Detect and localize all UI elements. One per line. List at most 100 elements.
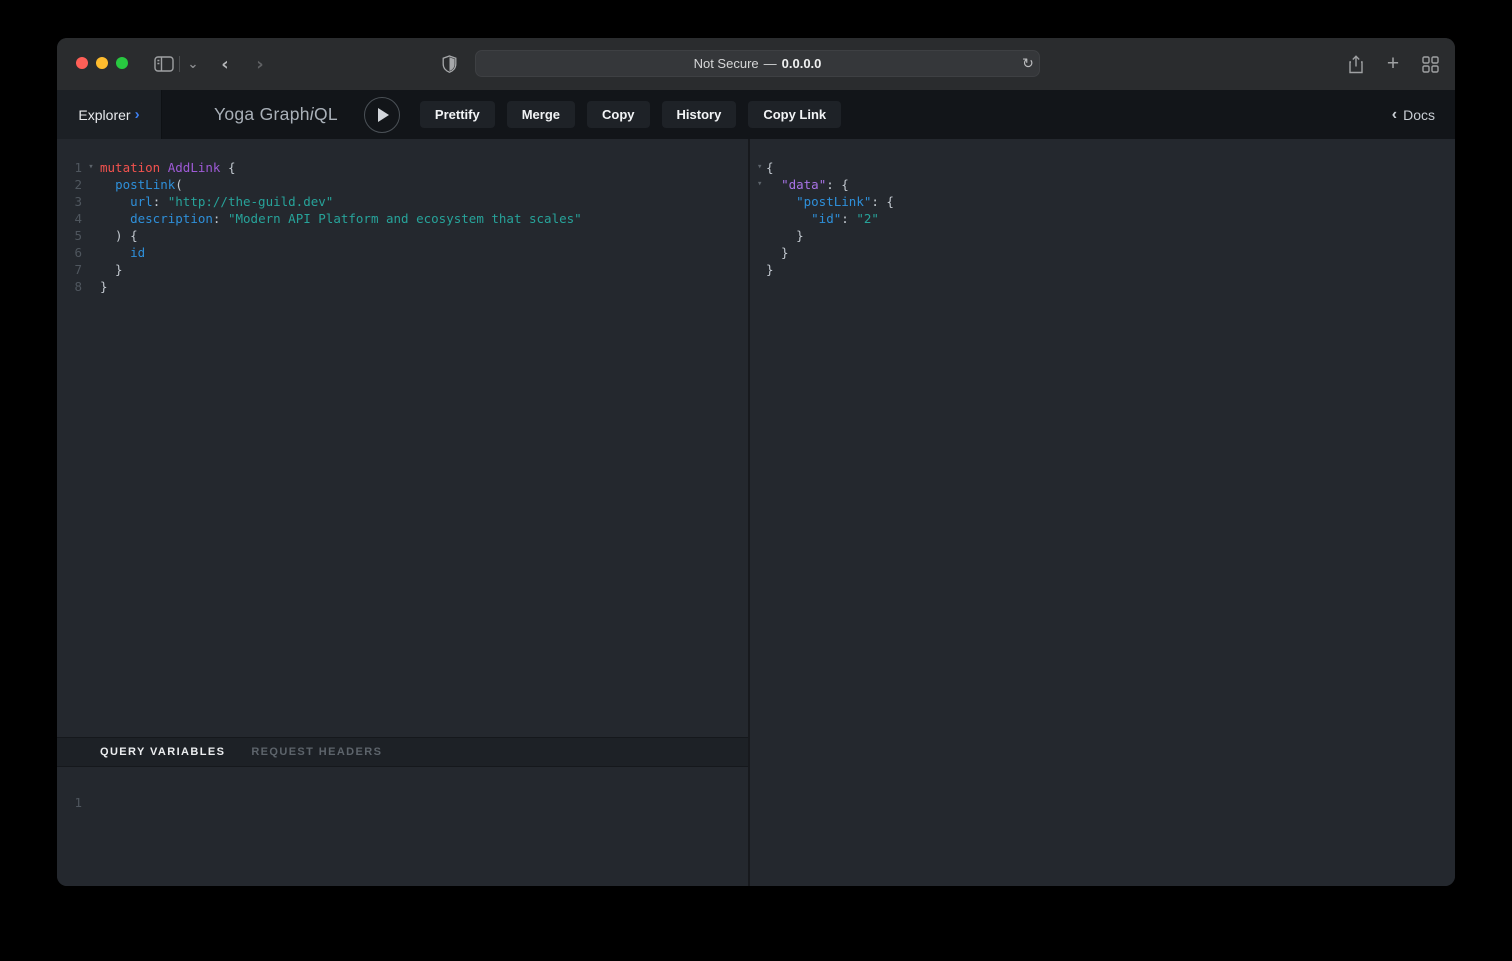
code-token: : bbox=[213, 211, 228, 226]
code-line[interactable]: 5 ) { bbox=[57, 227, 748, 244]
new-tab-icon[interactable]: + bbox=[1381, 38, 1405, 90]
code-line[interactable]: ▾{ bbox=[750, 159, 1455, 176]
code-text: } bbox=[766, 227, 804, 244]
zoom-window-button[interactable] bbox=[116, 57, 128, 69]
code-text: ) { bbox=[100, 227, 138, 244]
code-token: } bbox=[766, 245, 789, 260]
fold-gutter bbox=[750, 210, 766, 227]
secondary-editor-tabbar: QUERY VARIABLES REQUEST HEADERS bbox=[57, 737, 748, 767]
title-post: QL bbox=[314, 104, 338, 125]
query-variables-editor[interactable]: 1 bbox=[57, 767, 748, 886]
address-bar[interactable]: Not Secure — 0.0.0.0 bbox=[475, 50, 1040, 77]
sidebar-menu-chevron-down-icon[interactable]: ⌄ bbox=[183, 38, 203, 90]
fold-gutter bbox=[82, 227, 100, 244]
privacy-shield-icon[interactable] bbox=[438, 38, 460, 90]
reload-icon[interactable]: ↻ bbox=[1016, 50, 1040, 77]
code-token: ( bbox=[175, 177, 183, 192]
code-line[interactable]: "postLink": { bbox=[750, 193, 1455, 210]
code-line[interactable]: 1▾mutation AddLink { bbox=[57, 159, 748, 176]
code-token: mutation bbox=[100, 160, 160, 175]
code-text: { bbox=[766, 159, 774, 176]
url-host: 0.0.0.0 bbox=[782, 56, 822, 71]
code-text: } bbox=[766, 261, 774, 278]
docs-label: Docs bbox=[1403, 107, 1435, 123]
code-token bbox=[766, 194, 796, 209]
line-number: 4 bbox=[57, 210, 82, 227]
code-token: postLink bbox=[115, 177, 175, 192]
code-line[interactable]: } bbox=[750, 227, 1455, 244]
docs-chevron-left-icon: ‹ bbox=[1392, 106, 1397, 124]
code-line[interactable]: } bbox=[750, 261, 1455, 278]
share-icon[interactable] bbox=[1344, 38, 1368, 90]
fold-gutter bbox=[750, 261, 766, 278]
code-line[interactable]: 3 url: "http://the-guild.dev" bbox=[57, 193, 748, 210]
sidebar-toggle-icon[interactable] bbox=[151, 38, 177, 90]
code-line[interactable]: 7 } bbox=[57, 261, 748, 278]
copy-link-button[interactable]: Copy Link bbox=[748, 101, 841, 128]
code-token: } bbox=[100, 279, 108, 294]
code-token: "id" bbox=[811, 211, 841, 226]
fold-gutter bbox=[82, 244, 100, 261]
code-line[interactable]: ▾ "data": { bbox=[750, 176, 1455, 193]
fold-gutter bbox=[82, 261, 100, 278]
history-button[interactable]: History bbox=[662, 101, 737, 128]
tab-query-variables[interactable]: QUERY VARIABLES bbox=[100, 746, 225, 758]
code-token bbox=[100, 177, 115, 192]
fold-gutter bbox=[750, 227, 766, 244]
fold-arrow-icon[interactable]: ▾ bbox=[750, 159, 766, 176]
code-line[interactable]: } bbox=[750, 244, 1455, 261]
merge-button[interactable]: Merge bbox=[507, 101, 575, 128]
code-token bbox=[100, 211, 130, 226]
execute-query-button[interactable] bbox=[364, 97, 400, 133]
fold-gutter bbox=[82, 794, 100, 811]
graphiql-toolbar: Explorer › Yoga GraphiQL Prettify Merge … bbox=[57, 90, 1455, 139]
code-token: id bbox=[130, 245, 145, 260]
fold-gutter bbox=[750, 244, 766, 261]
explorer-label: Explorer bbox=[78, 107, 130, 123]
code-line[interactable]: 6 id bbox=[57, 244, 748, 261]
tab-overview-icon[interactable] bbox=[1417, 38, 1443, 90]
code-token bbox=[766, 211, 811, 226]
code-token bbox=[100, 245, 130, 260]
minimize-window-button[interactable] bbox=[96, 57, 108, 69]
code-text: "postLink": { bbox=[766, 193, 894, 210]
page-title: Yoga GraphiQL bbox=[214, 90, 338, 139]
docs-toggle[interactable]: ‹ Docs bbox=[1392, 90, 1435, 139]
code-line[interactable]: 2 postLink( bbox=[57, 176, 748, 193]
fold-arrow-icon[interactable]: ▾ bbox=[82, 159, 100, 176]
code-token: { bbox=[766, 160, 774, 175]
code-token: : bbox=[153, 194, 168, 209]
copy-button[interactable]: Copy bbox=[587, 101, 650, 128]
back-button-icon[interactable]: ‹ bbox=[215, 38, 235, 90]
code-token: ) { bbox=[100, 228, 138, 243]
browser-window: ⌄ ‹ › Not Secure — 0.0.0.0 ↻ + bbox=[57, 38, 1455, 886]
left-column: 1▾mutation AddLink {2 postLink(3 url: "h… bbox=[57, 139, 748, 886]
fold-gutter bbox=[82, 210, 100, 227]
line-number: 1 bbox=[57, 794, 82, 811]
code-token: "data" bbox=[781, 177, 826, 192]
code-text: } bbox=[100, 261, 123, 278]
titlebar-separator bbox=[179, 56, 180, 72]
explorer-toggle[interactable]: Explorer › bbox=[57, 90, 162, 139]
code-token: : { bbox=[826, 177, 849, 192]
code-token bbox=[766, 177, 781, 192]
traffic-lights bbox=[76, 57, 128, 69]
code-text: description: "Modern API Platform and ec… bbox=[100, 210, 582, 227]
play-icon bbox=[378, 108, 389, 122]
prettify-button[interactable]: Prettify bbox=[420, 101, 495, 128]
code-line[interactable]: 8} bbox=[57, 278, 748, 295]
code-line[interactable]: 1 bbox=[57, 794, 748, 811]
fold-gutter bbox=[82, 176, 100, 193]
query-editor[interactable]: 1▾mutation AddLink {2 postLink(3 url: "h… bbox=[57, 139, 748, 737]
close-window-button[interactable] bbox=[76, 57, 88, 69]
code-text: } bbox=[100, 278, 108, 295]
line-number: 3 bbox=[57, 193, 82, 210]
tab-request-headers[interactable]: REQUEST HEADERS bbox=[251, 746, 382, 758]
forward-button-icon[interactable]: › bbox=[250, 38, 270, 90]
url-separator: — bbox=[764, 56, 777, 71]
code-line[interactable]: "id": "2" bbox=[750, 210, 1455, 227]
code-line[interactable]: 4 description: "Modern API Platform and … bbox=[57, 210, 748, 227]
fold-arrow-icon[interactable]: ▾ bbox=[750, 176, 766, 193]
line-number: 1 bbox=[57, 159, 82, 176]
url-security-label: Not Secure bbox=[694, 56, 759, 71]
